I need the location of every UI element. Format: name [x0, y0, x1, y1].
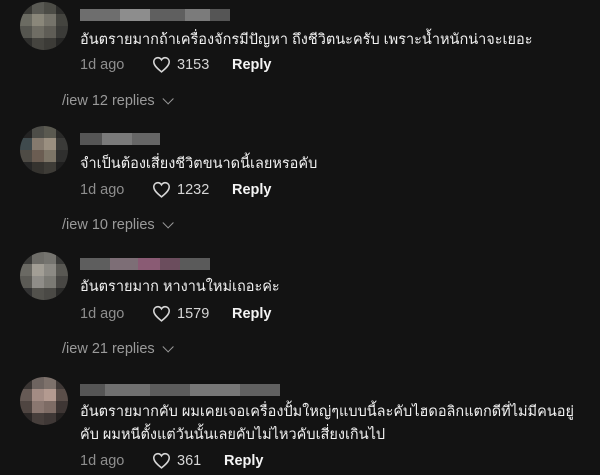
heart-outline-icon — [152, 305, 171, 322]
comment-text: อันตรายมากคับ ผมเคยเจอเครื่องปั้มใหญ่ๆแบ… — [80, 404, 574, 443]
chevron-down-icon — [162, 93, 174, 105]
avatar[interactable] — [20, 2, 68, 50]
like-button[interactable]: 3153 — [152, 56, 232, 73]
avatar[interactable] — [20, 126, 68, 174]
like-count: 1232 — [177, 181, 210, 198]
view-replies-label: /iew 12 replies — [62, 93, 155, 109]
like-count: 1579 — [177, 305, 210, 322]
reply-button[interactable]: Reply — [232, 306, 272, 322]
comment-meta: 1d ago 1579 Reply — [80, 305, 272, 322]
comment-meta: 1d ago 3153 Reply — [80, 56, 272, 73]
username-redacted[interactable] — [80, 258, 210, 270]
comment-text: จำเป็นต้องเสี่ยงชีวิตขนาดนี้เลยหรอคับ — [80, 156, 318, 172]
reply-button[interactable]: Reply — [232, 57, 272, 73]
avatar[interactable] — [20, 377, 68, 425]
comment-time: 1d ago — [80, 56, 125, 73]
heart-outline-icon — [152, 56, 171, 73]
view-replies-label: /iew 10 replies — [62, 217, 155, 233]
comment-meta: 1d ago 1232 Reply — [80, 181, 272, 198]
view-replies-button[interactable]: /iew 21 replies — [62, 341, 174, 357]
username-redacted[interactable] — [80, 384, 280, 396]
reply-button[interactable]: Reply — [232, 182, 272, 198]
comment-text: อันตรายมากถ้าเครื่องจักรมีปัญหา ถึงชีวิต… — [80, 32, 533, 48]
like-button[interactable]: 1579 — [152, 305, 232, 322]
like-count: 3153 — [177, 56, 210, 73]
view-replies-button[interactable]: /iew 12 replies — [62, 93, 174, 109]
comment-time: 1d ago — [80, 305, 125, 322]
comment-meta: 1d ago 361 Reply — [80, 452, 264, 469]
comment-time: 1d ago — [80, 181, 125, 198]
avatar[interactable] — [20, 252, 68, 300]
heart-outline-icon — [152, 452, 171, 469]
chevron-down-icon — [162, 217, 174, 229]
comment-time: 1d ago — [80, 452, 125, 469]
view-replies-button[interactable]: /iew 10 replies — [62, 217, 174, 233]
view-replies-label: /iew 21 replies — [62, 341, 155, 357]
heart-outline-icon — [152, 181, 171, 198]
chevron-down-icon — [162, 341, 174, 353]
like-button[interactable]: 1232 — [152, 181, 232, 198]
like-count: 361 — [177, 452, 202, 469]
username-redacted[interactable] — [80, 9, 230, 21]
comment-text: อันตรายมาก หางานใหม่เถอะค่ะ — [80, 279, 280, 295]
like-button[interactable]: 361 — [152, 452, 224, 469]
username-redacted[interactable] — [80, 133, 160, 145]
reply-button[interactable]: Reply — [224, 453, 264, 469]
